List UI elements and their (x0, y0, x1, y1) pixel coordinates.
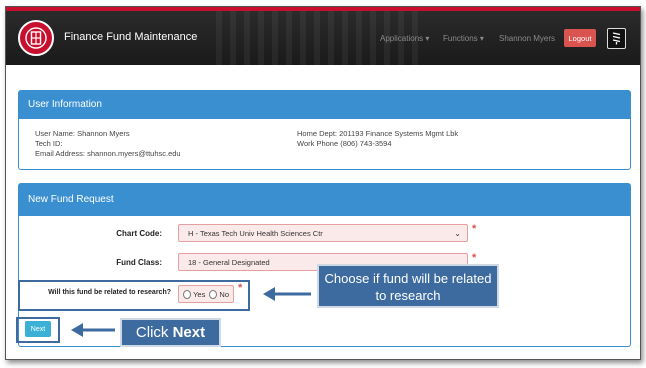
functions-menu[interactable]: Functions ▾ (443, 34, 484, 43)
next-button[interactable]: Next (25, 321, 51, 337)
arrow-left-icon (263, 287, 311, 301)
click-next-callout: Click Next (120, 318, 221, 347)
user-information-header: User Information (19, 91, 630, 119)
navbar: Finance Fund Maintenance Applications ▾ … (6, 11, 640, 65)
research-question-label: Will this fund be related to research? (48, 289, 171, 296)
fund-class-label: Fund Class: (116, 258, 162, 267)
yes-radio[interactable] (183, 289, 192, 299)
new-fund-request-header: New Fund Request (19, 184, 630, 216)
app-window: Finance Fund Maintenance Applications ▾ … (5, 6, 641, 360)
applications-menu[interactable]: Applications ▾ (380, 34, 429, 43)
home-dept: Home Dept: 201193 Finance Systems Mgmt L… (297, 129, 459, 138)
university-seal-logo[interactable] (18, 20, 54, 56)
menu-button[interactable] (607, 28, 626, 49)
seal-icon (25, 27, 47, 49)
fund-class-value: 18 - General Designated (188, 258, 270, 267)
required-marker: * (472, 223, 477, 235)
no-radio[interactable] (209, 289, 218, 299)
click-next-callout-prefix: Click (135, 324, 173, 341)
logout-button[interactable]: Logout (564, 29, 596, 47)
required-marker: * (472, 252, 477, 264)
chart-code-value: H - Texas Tech Univ Health Sciences Ctr (188, 229, 323, 238)
tech-id: Tech ID: (35, 139, 63, 148)
chevron-down-icon: ⌄ (454, 229, 461, 238)
click-next-callout-bold: Next (172, 324, 206, 341)
no-radio-label[interactable]: No (219, 290, 229, 299)
arrow-left-icon (71, 323, 115, 337)
user-name: User Name: Shannon Myers (35, 129, 130, 138)
app-title: Finance Fund Maintenance (64, 31, 198, 43)
menu-icon (612, 32, 621, 45)
work-phone: Work Phone (806) 743-3594 (297, 139, 392, 148)
research-radio-group: Yes No (178, 285, 234, 303)
yes-radio-label[interactable]: Yes (193, 290, 205, 299)
user-menu[interactable]: Shannon Myers (499, 34, 555, 43)
user-information-panel: User Information User Name: Shannon Myer… (18, 90, 631, 170)
email-address: Email Address: shannon.myers@ttuhsc.edu (35, 149, 181, 158)
chart-code-label: Chart Code: (116, 229, 162, 238)
research-callout: Choose if fund will be related to resear… (317, 264, 499, 308)
required-marker: * (238, 282, 243, 294)
chart-code-select[interactable]: H - Texas Tech Univ Health Sciences Ctr … (178, 224, 468, 242)
